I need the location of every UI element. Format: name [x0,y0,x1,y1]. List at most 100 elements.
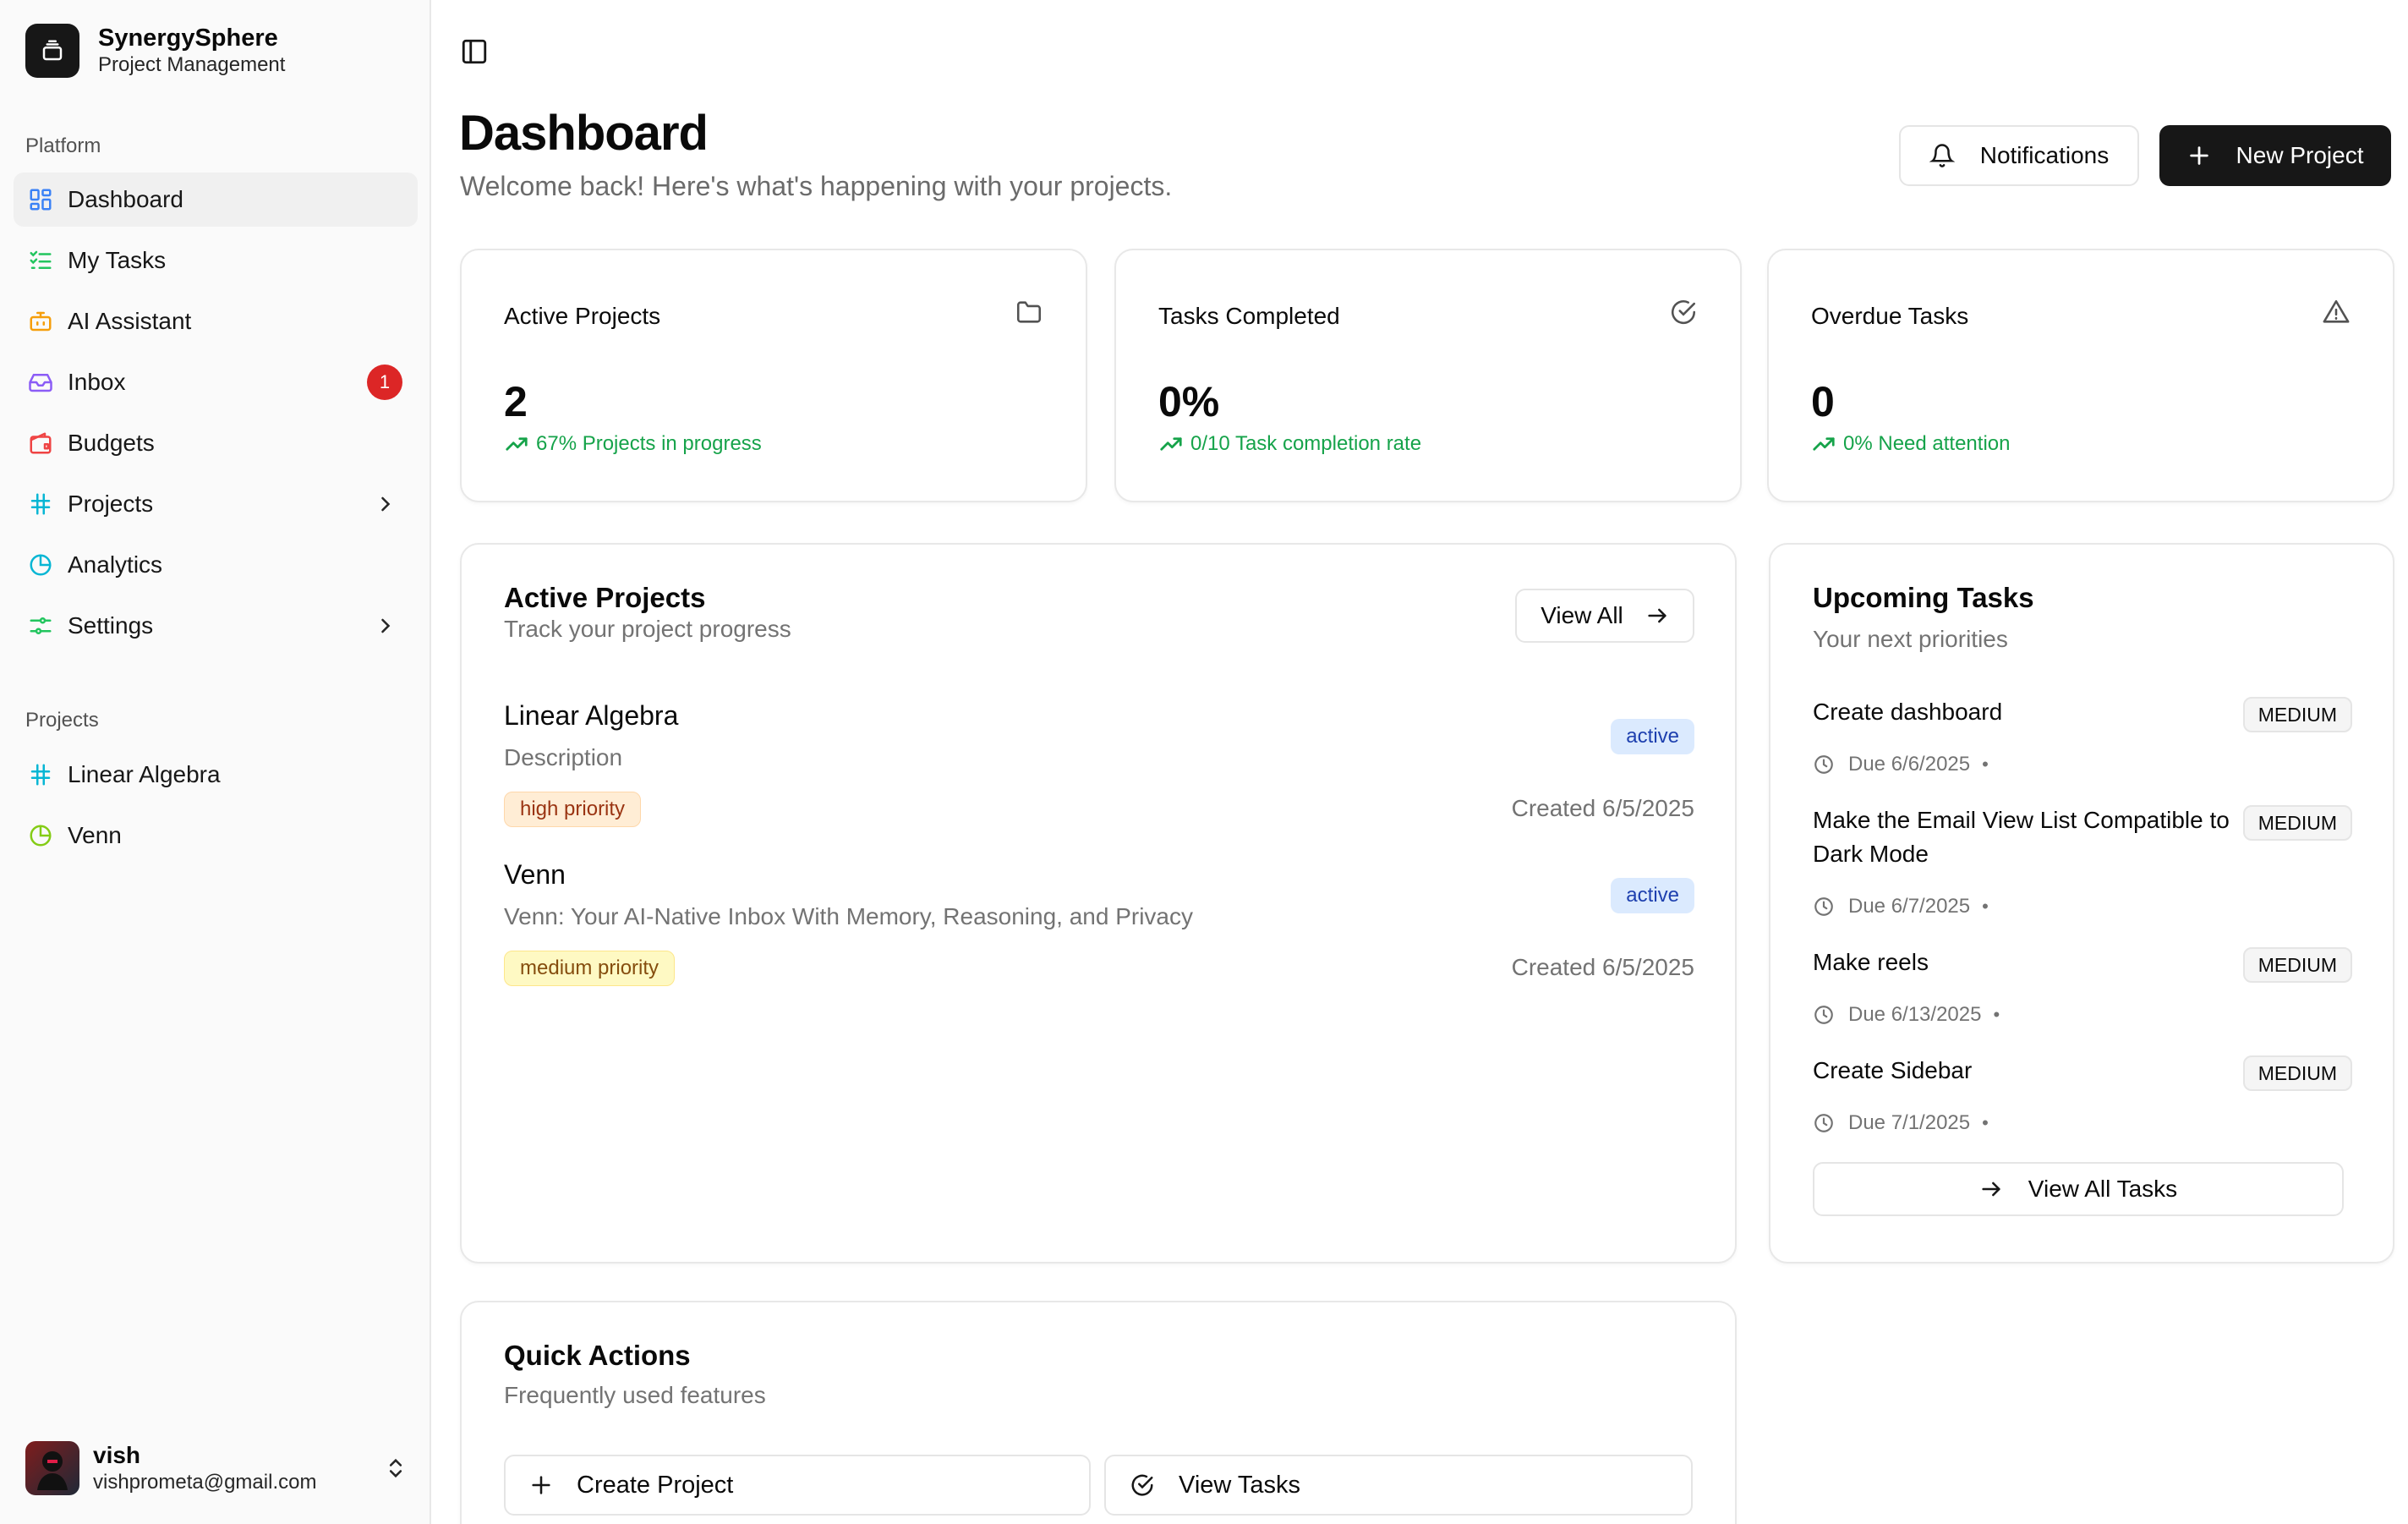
sidebar-item-label: My Tasks [68,247,167,273]
sidebar-project-linear-algebra[interactable]: Linear Algebra [14,748,418,802]
stat-trend: 67% Projects in progress [504,431,762,457]
project-name: Linear Algebra [504,700,679,731]
task-due-date: Due 6/7/2025 [1848,895,1971,918]
user-name: vish [93,1442,141,1468]
view-all-projects-button[interactable]: View All [1515,589,1694,643]
sidebar-item-my-tasks[interactable]: My Tasks [14,233,418,288]
project-description: Description [504,744,623,770]
card-subtitle: Frequently used features [504,1382,766,1408]
project-created-date: Created 6/5/2025 [1511,795,1694,821]
user-email: vishprometa@gmail.com [93,1471,317,1494]
create-project-label: Create Project [577,1471,734,1499]
trending-up-icon [1158,431,1190,457]
task-list-icon [27,247,54,274]
separator-dot: • [1982,896,1989,917]
sidebar-item-label: Analytics [68,551,163,578]
task-due: Due 6/7/2025 • [1813,895,1989,918]
card-subtitle: Your next priorities [1813,626,2008,652]
chevrons-up-down-icon[interactable] [384,1456,408,1480]
task-due-date: Due 7/1/2025 [1848,1111,1971,1134]
card-title: Quick Actions [504,1340,691,1371]
project-created-date: Created 6/5/2025 [1511,954,1694,980]
sidebar-item-label: AI Assistant [68,308,192,334]
projects-group-label: Projects [25,709,99,732]
task-priority-badge: MEDIUM [2242,1055,2352,1091]
trending-up-icon [1811,431,1843,457]
sidebar-toggle-icon[interactable] [460,37,490,68]
clock-icon [1813,754,1848,776]
card-subtitle: Track your project progress [504,616,791,642]
sidebar-item-analytics[interactable]: Analytics [14,538,418,592]
pie-chart-icon [27,822,54,849]
stat-title: Tasks Completed [1158,303,1340,329]
status-badge: active [1611,878,1694,913]
chevron-right-icon[interactable] [374,492,397,516]
card-title: Active Projects [504,582,706,613]
task-due-date: Due 6/6/2025 [1848,753,1971,776]
upcoming-tasks-card: Upcoming Tasks Your next priorities Crea… [1769,543,2394,1264]
folder-icon [1015,298,1043,326]
chevron-right-icon[interactable] [374,614,397,638]
plus-icon [2187,144,2211,167]
avatar [25,1441,79,1495]
stat-card-tasks-completed: Tasks Completed 0% 0/10 Task completion … [1114,249,1742,502]
sidebar-item-ai-assistant[interactable]: AI Assistant [14,294,418,348]
sidebar-item-dashboard[interactable]: Dashboard [14,173,418,227]
view-all-tasks-button[interactable]: View All Tasks [1813,1162,2344,1216]
notifications-label: Notifications [1979,142,2110,168]
project-description: Venn: Your AI-Native Inbox With Memory, … [504,903,1194,929]
status-badge: active [1611,719,1694,754]
project-name: Venn [504,859,566,890]
sidebar-item-projects[interactable]: Projects [14,477,418,531]
stat-trend-text: 0/10 Task completion rate [1190,432,1422,455]
warning-triangle-icon [2322,298,2351,326]
bot-icon [27,308,54,335]
sidebar-project-venn[interactable]: Venn [14,809,418,863]
brand-subtitle: Project Management [98,53,286,76]
pie-chart-icon [27,551,54,578]
trending-up-icon [504,431,536,457]
user-menu[interactable]: vish vishprometa@gmail.com [25,1441,408,1495]
stat-value: 0 [1811,378,1835,425]
priority-badge: medium priority [504,951,676,986]
stat-title: Overdue Tasks [1811,303,1969,329]
brand-name: SynergySphere [98,25,278,52]
brand-logo-icon [25,24,79,78]
sidebar-item-label: Settings [68,612,154,639]
new-project-button[interactable]: New Project [2159,125,2391,186]
stat-trend: 0% Need attention [1811,431,2010,457]
brand[interactable]: SynergySphere Project Management [25,24,285,78]
sidebar-item-inbox[interactable]: Inbox 1 [14,355,418,409]
quick-actions-card: Quick Actions Frequently used features C… [460,1301,1737,1524]
view-all-label: View All [1541,602,1623,628]
stat-trend: 0/10 Task completion rate [1158,431,1421,457]
active-projects-card: Active Projects Track your project progr… [460,543,1737,1264]
plus-icon [529,1473,577,1497]
page-title: Dashboard [459,106,709,161]
task-due: Due 7/1/2025 • [1813,1111,1989,1135]
task-name: Make the Email View List Compatible to D… [1813,807,2230,867]
clock-icon [1813,1112,1848,1134]
view-tasks-button[interactable]: View Tasks [1104,1455,1693,1516]
stat-title: Active Projects [504,303,661,329]
notifications-button[interactable]: Notifications [1899,125,2139,186]
wallet-icon [27,430,54,457]
settings-sliders-icon [27,612,54,639]
sidebar-item-settings[interactable]: Settings [14,599,418,653]
bell-icon [1929,143,1955,168]
check-circle-icon [1130,1472,1179,1498]
sidebar-item-label: Budgets [68,430,155,456]
page-subtitle: Welcome back! Here's what's happening wi… [460,171,1173,201]
sidebar-item-label: Dashboard [68,186,183,212]
task-priority-badge: MEDIUM [2242,805,2352,841]
sidebar-item-budgets[interactable]: Budgets [14,416,418,470]
sidebar-item-label: Projects [68,491,154,517]
check-circle-icon [1669,298,1698,326]
platform-nav: Dashboard My Tasks AI Assistant Inbox 1 [14,173,418,660]
task-due: Due 6/6/2025 • [1813,753,1989,776]
separator-dot: • [1982,1112,1989,1133]
sidebar-item-label: Linear Algebra [68,761,221,787]
stat-value: 2 [504,378,528,425]
create-project-button[interactable]: Create Project [504,1455,1091,1516]
new-project-label: New Project [2236,142,2364,168]
